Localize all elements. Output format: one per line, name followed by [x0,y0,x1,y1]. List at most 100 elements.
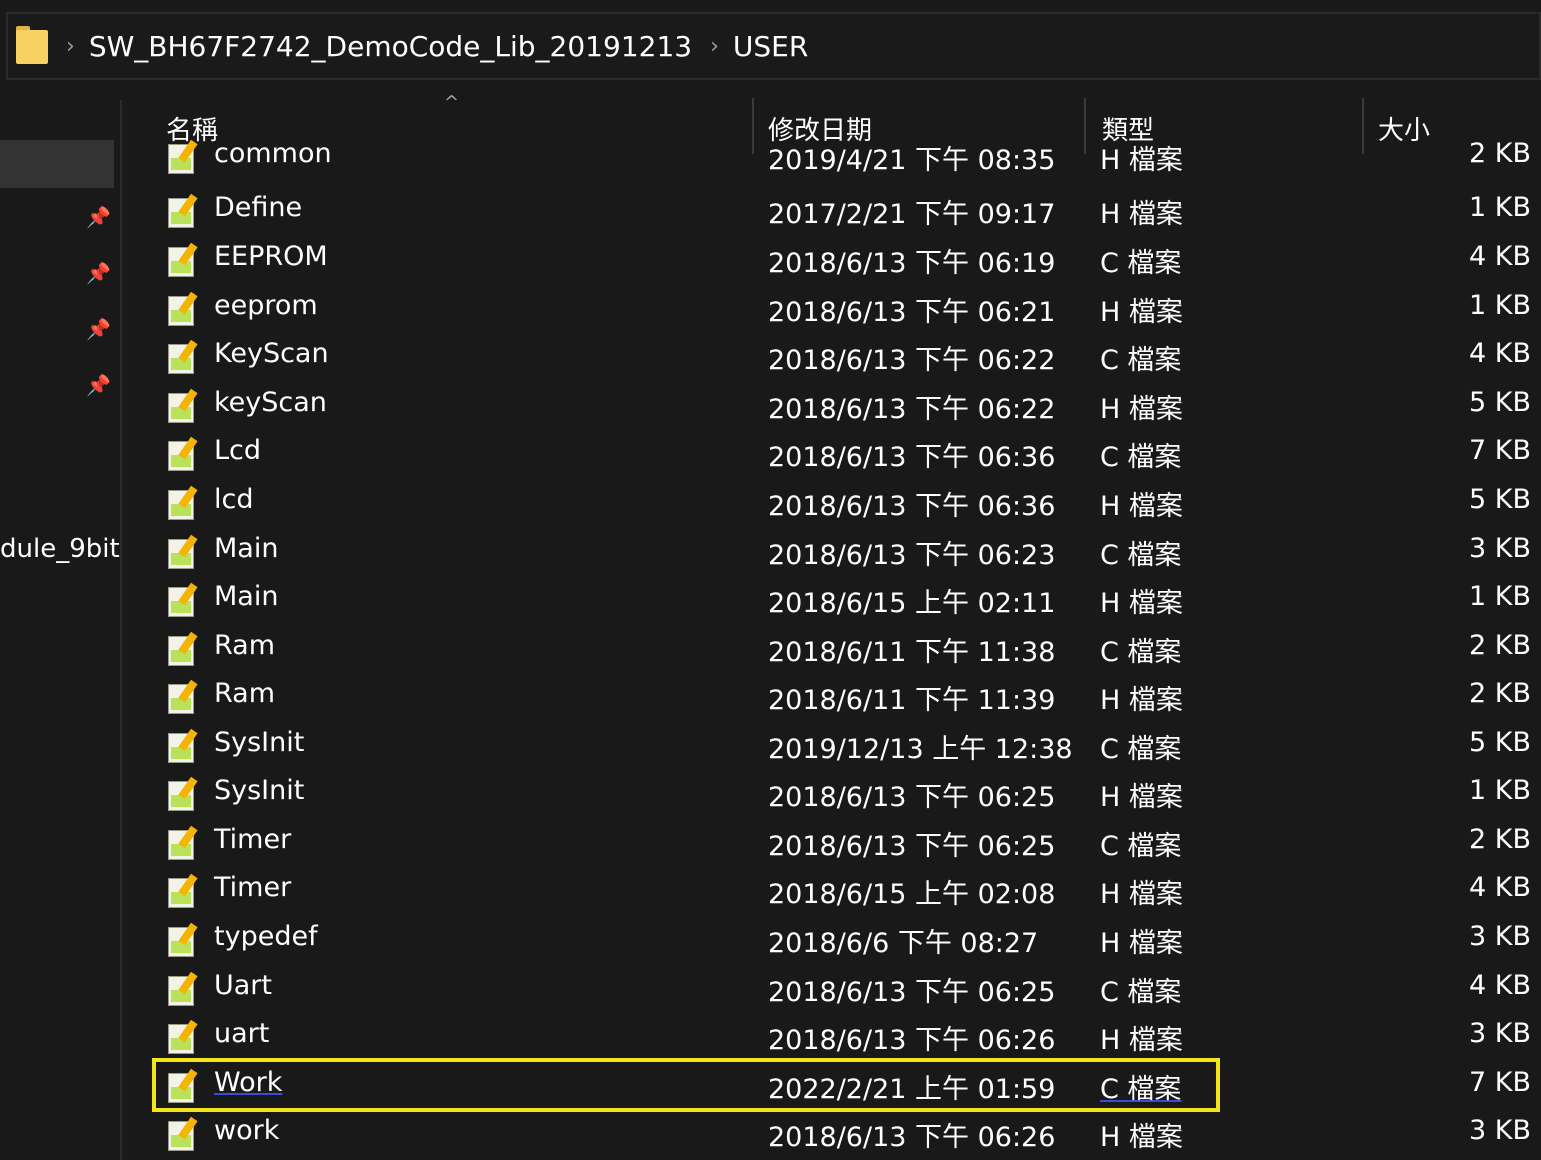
file-name[interactable]: KeyScan [214,338,329,369]
file-row[interactable]: Ram 2018/6/11 下午 11:39 H 檔案 2 KB [122,672,1541,720]
source-file-icon [168,825,198,860]
file-modified-date: 2018/6/6 下午 08:27 [768,928,1039,959]
file-name[interactable]: Main [214,581,278,612]
source-file-icon [168,534,198,569]
file-row[interactable]: Timer 2018/6/15 上午 02:08 H 檔案 4 KB [122,866,1541,914]
nav-selected-item[interactable] [0,140,114,188]
file-modified-date: 2018/6/13 下午 06:22 [768,345,1056,376]
file-name[interactable]: SysInit [214,727,304,758]
file-row[interactable]: Define 2017/2/21 下午 09:17 H 檔案 1 KB [122,186,1541,234]
breadcrumb-project-folder[interactable]: SW_BH67F2742_DemoCode_Lib_20191213 [89,30,692,63]
file-list: common 2019/4/21 下午 08:35 H 檔案 2 KB Define 20… [122,138,1541,1160]
file-name[interactable]: Define [214,192,302,223]
file-row[interactable]: Timer 2018/6/13 下午 06:25 C 檔案 2 KB [122,818,1541,866]
file-type: H 檔案 [1100,588,1183,619]
file-row[interactable]: eeprom 2018/6/13 下午 06:21 H 檔案 1 KB [122,284,1541,332]
pin-icon[interactable]: 📌 [86,374,111,396]
address-bar[interactable]: › SW_BH67F2742_DemoCode_Lib_20191213 › U… [6,12,1541,80]
file-name[interactable]: Timer [214,872,291,903]
file-modified-date: 2018/6/11 下午 11:38 [768,637,1056,668]
source-file-icon [168,436,198,471]
file-type: H 檔案 [1100,1122,1183,1153]
file-name[interactable]: Lcd [214,435,261,466]
source-file-icon [168,485,198,520]
file-row[interactable]: lcd 2018/6/13 下午 06:36 H 檔案 5 KB [122,478,1541,526]
file-row[interactable]: Work 2022/2/21 上午 01:59 C 檔案 7 KB [122,1061,1541,1109]
chevron-right-icon[interactable]: › [710,34,719,59]
source-file-icon [168,971,198,1006]
file-size: 5 KB [1469,727,1531,758]
file-modified-date: 2018/6/15 上午 02:11 [768,588,1056,619]
file-type: H 檔案 [1100,199,1183,230]
file-modified-date: 2018/6/13 下午 06:36 [768,442,1056,473]
pin-icon[interactable]: 📌 [86,318,111,340]
file-size: 3 KB [1469,1018,1531,1049]
file-size: 5 KB [1469,484,1531,515]
source-file-icon [168,776,198,811]
file-modified-date: 2018/6/13 下午 06:25 [768,977,1056,1008]
file-row[interactable]: EEPROM 2018/6/13 下午 06:19 C 檔案 4 KB [122,235,1541,283]
source-file-icon [168,873,198,908]
file-type: C 檔案 [1100,831,1182,862]
file-row[interactable]: Main 2018/6/15 上午 02:11 H 檔案 1 KB [122,575,1541,623]
file-row[interactable]: SysInit 2019/12/13 上午 12:38 C 檔案 5 KB [122,721,1541,769]
file-type: H 檔案 [1100,145,1183,176]
pin-icon[interactable]: 📌 [86,262,111,284]
file-row[interactable]: Uart 2018/6/13 下午 06:25 C 檔案 4 KB [122,964,1541,1012]
file-modified-date: 2018/6/13 下午 06:25 [768,782,1056,813]
file-size: 3 KB [1469,1115,1531,1146]
file-row[interactable]: Ram 2018/6/11 下午 11:38 C 檔案 2 KB [122,624,1541,672]
source-file-icon [168,339,198,374]
file-modified-date: 2018/6/11 下午 11:39 [768,685,1056,716]
source-file-icon [168,631,198,666]
pin-icon[interactable]: 📌 [86,206,111,228]
file-row[interactable]: keyScan 2018/6/13 下午 06:22 H 檔案 5 KB [122,381,1541,429]
file-size: 3 KB [1469,533,1531,564]
file-type: H 檔案 [1100,782,1183,813]
file-type: C 檔案 [1100,1074,1182,1105]
source-file-icon [168,582,198,617]
file-size: 4 KB [1469,970,1531,1001]
file-size: 7 KB [1469,435,1531,466]
file-type: H 檔案 [1100,491,1183,522]
file-name[interactable]: eeprom [214,290,318,321]
nav-item-partial[interactable]: dule_9bit [0,534,120,564]
file-type: C 檔案 [1100,442,1182,473]
file-type: C 檔案 [1100,734,1182,765]
file-row[interactable]: Main 2018/6/13 下午 06:23 C 檔案 3 KB [122,527,1541,575]
file-name[interactable]: Work [214,1067,282,1098]
file-name[interactable]: common [214,138,332,169]
file-name[interactable]: uart [214,1018,269,1049]
source-file-icon [168,1068,198,1103]
file-size: 1 KB [1469,290,1531,321]
file-row[interactable]: uart 2018/6/13 下午 06:26 H 檔案 3 KB [122,1012,1541,1060]
file-name[interactable]: SysInit [214,775,304,806]
file-name[interactable]: Ram [214,630,275,661]
file-name[interactable]: work [214,1115,279,1146]
source-file-icon [168,1019,198,1054]
file-row[interactable]: common 2019/4/21 下午 08:35 H 檔案 2 KB [122,138,1541,180]
source-file-icon [168,242,198,277]
chevron-right-icon[interactable]: › [66,34,75,59]
file-row[interactable]: Lcd 2018/6/13 下午 06:36 C 檔案 7 KB [122,429,1541,477]
file-name[interactable]: keyScan [214,387,327,418]
file-name[interactable]: Timer [214,824,291,855]
file-name[interactable]: Main [214,533,278,564]
file-name[interactable]: Uart [214,970,272,1001]
file-name[interactable]: Ram [214,678,275,709]
file-row[interactable]: KeyScan 2018/6/13 下午 06:22 C 檔案 4 KB [122,332,1541,380]
file-name[interactable]: EEPROM [214,241,328,272]
file-row[interactable]: SysInit 2018/6/13 下午 06:25 H 檔案 1 KB [122,769,1541,817]
sort-ascending-icon: ^ [444,92,460,113]
source-file-icon [168,139,198,174]
file-name[interactable]: lcd [214,484,254,515]
file-row[interactable]: typedef 2018/6/6 下午 08:27 H 檔案 3 KB [122,915,1541,963]
file-size: 3 KB [1469,921,1531,952]
file-size: 4 KB [1469,872,1531,903]
file-type: H 檔案 [1100,394,1183,425]
breadcrumb-user-folder[interactable]: USER [733,30,808,63]
file-modified-date: 2018/6/13 下午 06:21 [768,297,1056,328]
file-row[interactable]: work 2018/6/13 下午 06:26 H 檔案 3 KB [122,1109,1541,1157]
file-name[interactable]: typedef [214,921,318,952]
file-modified-date: 2018/6/13 下午 06:19 [768,248,1056,279]
